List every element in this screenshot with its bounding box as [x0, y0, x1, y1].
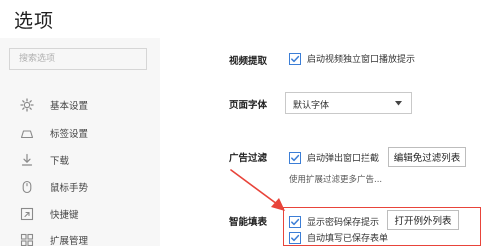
- sidebar-item-label: 鼠标手势: [50, 183, 89, 194]
- sidebar-item-basic-settings[interactable]: 基本设置: [0, 94, 160, 116]
- sidebar-item-tab-settings[interactable]: 标签设置: [0, 122, 160, 144]
- autofill-option: 自动填写已保存表单: [289, 231, 388, 244]
- popup-block-option: 启动弹出窗口拦截: [289, 151, 379, 164]
- video-popup-option: 启动视频独立窗口播放提示: [289, 52, 415, 65]
- page-title: 选项: [14, 10, 55, 32]
- more-ad-filter-link[interactable]: 使用扩展过滤更多广告...: [289, 173, 382, 185]
- sidebar-item-label: 标签设置: [50, 129, 89, 140]
- extension-icon: [20, 233, 34, 246]
- mouse-icon: [20, 180, 34, 194]
- chevron-down-icon: [395, 101, 402, 106]
- popup-block-checkbox-label: 启动弹出窗口拦截: [307, 154, 380, 164]
- shortcut-icon: [20, 207, 34, 221]
- options-page: 选项 基本设置: [0, 0, 504, 246]
- download-icon: [20, 153, 34, 167]
- font-select[interactable]: 默认字体: [285, 92, 412, 114]
- show-password-checkbox[interactable]: [289, 215, 301, 228]
- autofill-checkbox[interactable]: [289, 231, 301, 244]
- sidebar-item-label: 下载: [50, 156, 70, 167]
- open-exception-list-button[interactable]: 打开例外列表: [387, 210, 459, 230]
- page-font-label: 页面字体: [229, 100, 268, 111]
- sidebar-item-mouse-gestures[interactable]: 鼠标手势: [0, 176, 160, 198]
- autofill-checkbox-label: 自动填写已保存表单: [307, 234, 389, 244]
- sidebar-item-download[interactable]: 下载: [0, 149, 160, 171]
- search-input[interactable]: [9, 48, 147, 70]
- sidebar-item-label: 扩展管理: [50, 236, 89, 246]
- smart-fill-label: 智能填表: [229, 217, 268, 228]
- sidebar-item-extensions[interactable]: 扩展管理: [0, 229, 160, 246]
- video-extraction-label: 视频提取: [229, 56, 268, 67]
- video-popup-checkbox[interactable]: [289, 52, 301, 65]
- font-select-value: 默认字体: [293, 101, 330, 111]
- sidebar-item-label: 基本设置: [50, 101, 89, 112]
- video-popup-checkbox-label: 启动视频独立窗口播放提示: [307, 55, 416, 65]
- show-password-checkbox-label: 显示密码保存提示: [307, 218, 380, 228]
- sidebar: 基本设置 标签设置 下载: [0, 38, 160, 246]
- sidebar-item-shortcuts[interactable]: 快捷键: [0, 203, 160, 225]
- edit-whitelist-button[interactable]: 编辑免过滤列表: [388, 147, 466, 167]
- show-password-option: 显示密码保存提示: [289, 215, 379, 228]
- tab-icon: [20, 126, 34, 140]
- sidebar-item-label: 快捷键: [50, 210, 79, 221]
- gear-icon: [20, 98, 34, 112]
